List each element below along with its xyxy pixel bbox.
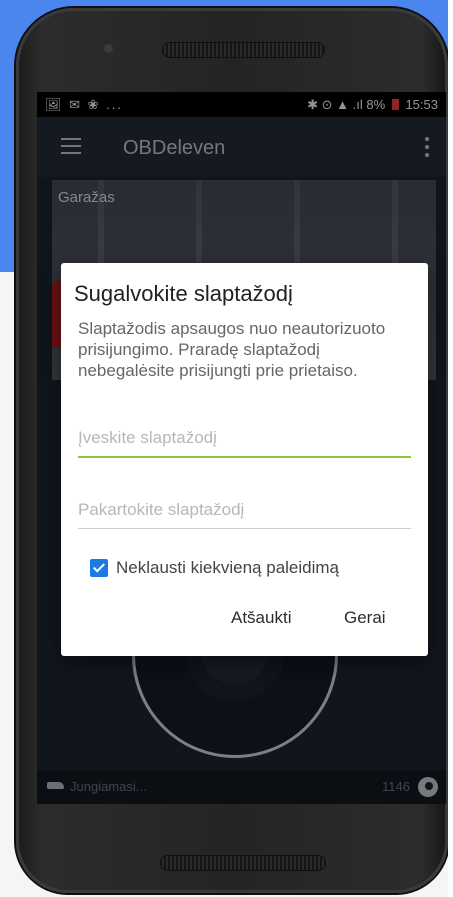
confirm-password-input[interactable]: [78, 495, 411, 525]
dialog-title: Sugalvokite slaptažodį: [74, 281, 293, 306]
phone-screen: 🖼 ✉ ❀ ... ✱ ⊙ ▲ .ıl 8% 15:53 OBDeleven G…: [37, 92, 446, 804]
dont-ask-checkbox[interactable]: [90, 559, 108, 577]
password-input[interactable]: [78, 423, 411, 453]
confirm-password-field[interactable]: [78, 495, 411, 529]
front-camera: [104, 44, 113, 53]
dont-ask-checkbox-label[interactable]: Neklausti kiekvieną paleidimą: [116, 558, 339, 578]
top-speaker-grille: [162, 42, 325, 58]
ok-button[interactable]: Gerai: [344, 608, 386, 628]
password-field-underline: [78, 456, 411, 458]
confirm-field-underline: [78, 528, 411, 529]
dialog-message: Slaptažodis apsaugos nuo neautorizuoto p…: [78, 319, 386, 380]
password-field[interactable]: [78, 423, 411, 458]
bottom-speaker-grille: [160, 855, 326, 871]
set-password-dialog: Sugalvokite slaptažodį Slaptažodis apsau…: [61, 263, 428, 656]
cancel-button[interactable]: Atšaukti: [231, 608, 291, 628]
right-edge-strip: [448, 0, 453, 897]
